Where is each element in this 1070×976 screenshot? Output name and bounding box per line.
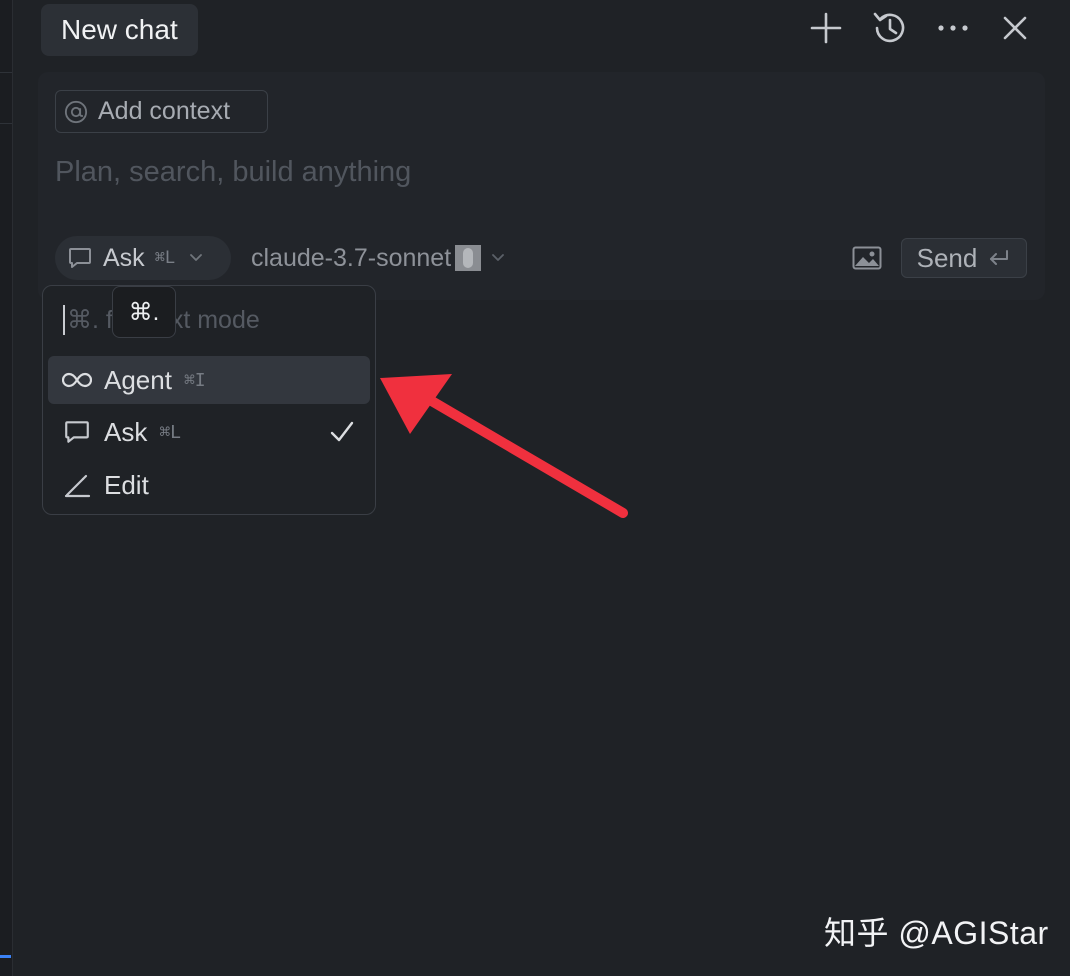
mode-search-placeholder-left: ⌘. f: [67, 306, 113, 334]
send-label: Send: [916, 242, 978, 273]
add-context-label: Add context: [98, 97, 231, 125]
mode-item-ask[interactable]: Ask ⌘L: [48, 408, 370, 456]
annotation-arrow-icon: [380, 374, 628, 518]
more-options-button[interactable]: [933, 8, 973, 48]
close-panel-button[interactable]: [995, 8, 1035, 48]
history-button[interactable]: [870, 8, 910, 48]
image-icon: [852, 246, 882, 270]
watermark-text: 知乎 @AGIStar: [824, 915, 1049, 951]
more-dots-icon: [938, 25, 968, 31]
add-context-button[interactable]: Add context: [55, 90, 268, 133]
model-selector-button[interactable]: claude-3.7-sonnet: [251, 236, 505, 280]
editor-left-strip: [0, 0, 13, 976]
editor-tab-divider: [0, 72, 12, 124]
chat-bubble-icon: [62, 417, 92, 447]
mode-label: Ask: [103, 243, 145, 272]
infinity-icon: [62, 365, 92, 395]
mode-item-shortcut: ⌘I: [183, 369, 206, 391]
history-icon: [873, 12, 905, 43]
return-key-icon: [990, 250, 1009, 265]
chevron-down-icon: [492, 254, 505, 261]
mode-item-shortcut: ⌘L: [159, 421, 182, 443]
mode-item-agent[interactable]: Agent ⌘I: [48, 356, 370, 404]
chat-tab-title[interactable]: New chat: [41, 4, 198, 56]
at-sign-icon: [64, 100, 88, 124]
mode-item-label: Agent: [104, 364, 172, 395]
text-caret: [63, 305, 65, 335]
mode-search-placeholder-right: xt mode: [170, 305, 260, 334]
mouse-cursor-overlay: [455, 245, 482, 271]
mode-item-edit[interactable]: Edit: [48, 461, 370, 509]
mode-search-input[interactable]: ⌘. f xt mode: [63, 298, 363, 342]
mode-item-label: Ask: [104, 416, 148, 447]
chevron-down-icon: [190, 254, 203, 261]
attach-image-button[interactable]: [850, 243, 884, 273]
pencil-icon: [62, 470, 92, 500]
status-accent: [0, 955, 11, 958]
checkmark-icon: [330, 421, 354, 442]
mode-item-label: Edit: [104, 469, 149, 500]
plus-icon: [810, 12, 842, 44]
mode-selector-button[interactable]: Ask ⌘L: [55, 236, 231, 280]
model-label: claude-3.7-sonnet: [251, 243, 452, 272]
new-chat-button[interactable]: [806, 8, 846, 48]
shortcut-tooltip: ⌘.: [112, 286, 176, 338]
mode-shortcut: ⌘L: [154, 248, 176, 268]
prompt-input[interactable]: [55, 148, 1015, 196]
chat-bubble-icon: [69, 248, 91, 268]
close-icon: [1003, 16, 1027, 40]
send-button[interactable]: Send: [901, 238, 1027, 278]
